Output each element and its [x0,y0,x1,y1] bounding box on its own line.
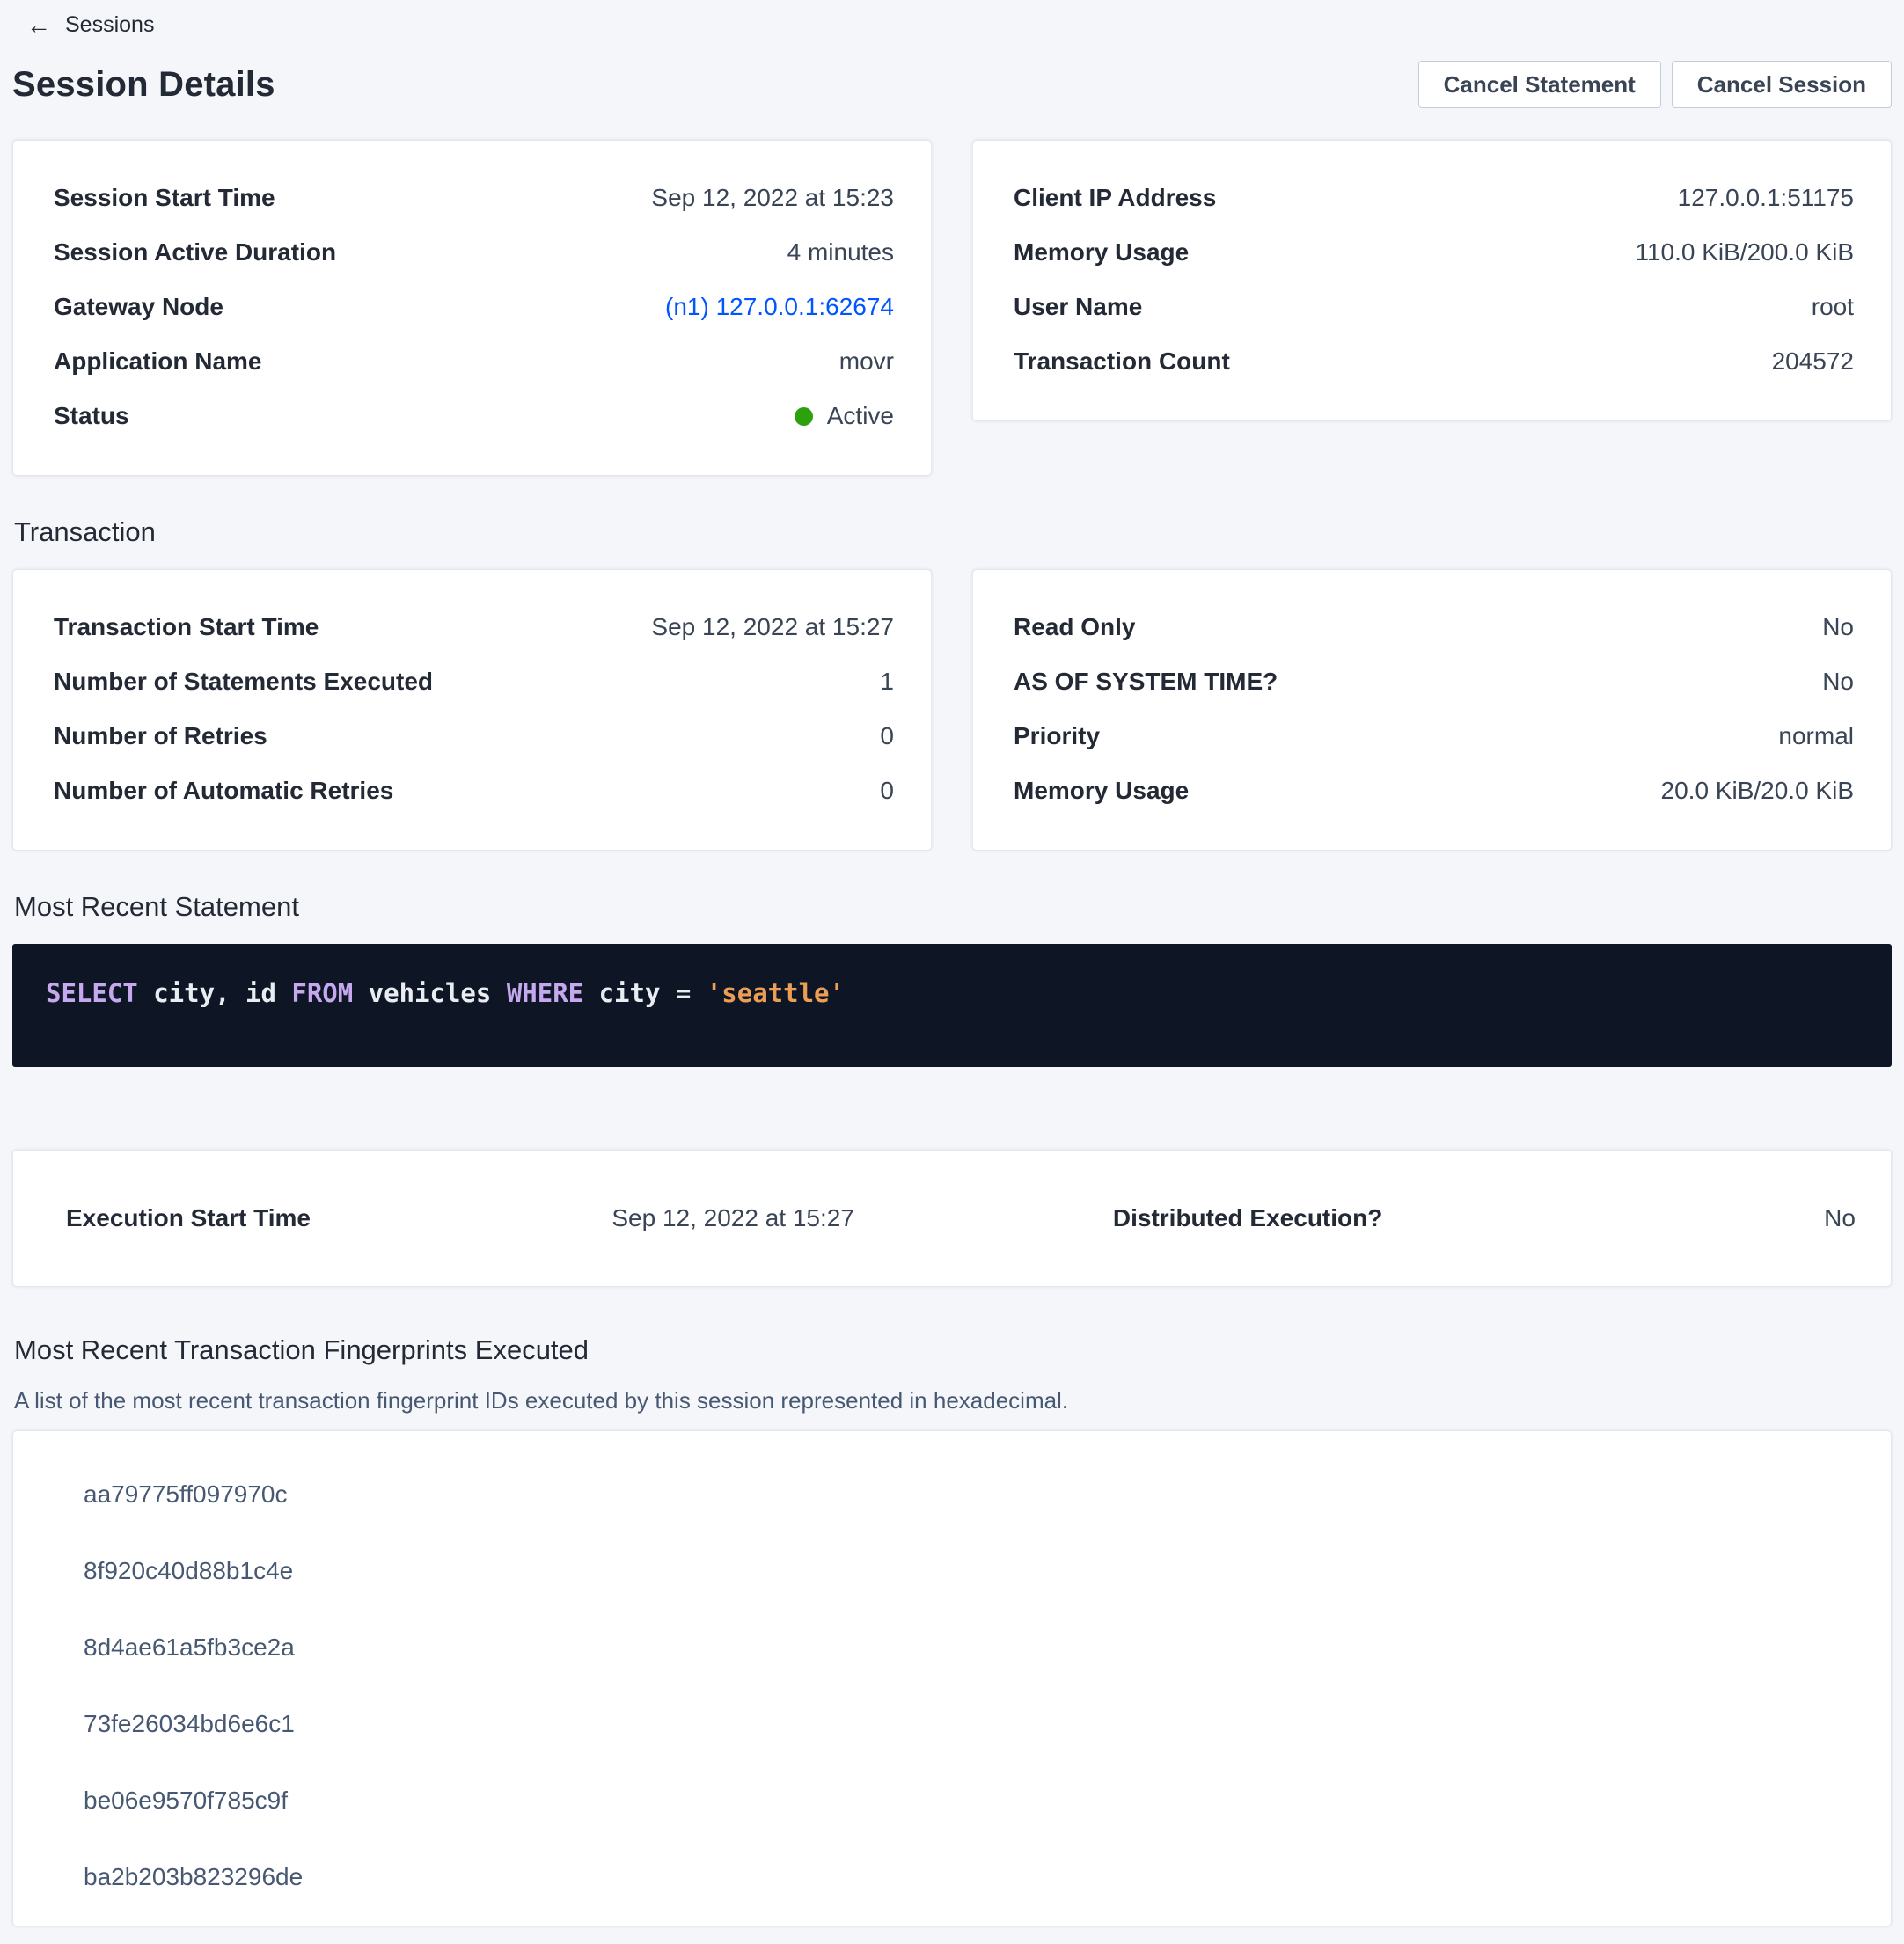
row-value: Sep 12, 2022 at 15:27 [651,613,894,641]
summary-row-priority: Priority normal [1014,709,1854,764]
session-summary-card-left: Session Start Time Sep 12, 2022 at 15:23… [12,140,932,476]
row-label: Read Only [1014,613,1135,641]
fingerprint-item: ba2b203b823296de [13,1838,1891,1915]
summary-row-as-of-system-time: AS OF SYSTEM TIME? No [1014,654,1854,709]
breadcrumb-label: Sessions [65,12,154,38]
sql-keyword: WHERE [507,978,583,1008]
breadcrumb-back-link[interactable]: ← Sessions [12,0,154,38]
transaction-section: Transaction Start Time Sep 12, 2022 at 1… [12,569,1892,851]
summary-row-gateway-node: Gateway Node (n1) 127.0.0.1:62674 [54,280,894,334]
summary-row-memory-usage: Memory Usage 110.0 KiB/200.0 KiB [1014,225,1854,280]
cancel-session-button[interactable]: Cancel Session [1672,61,1892,108]
summary-row-read-only: Read Only No [1014,600,1854,654]
fingerprints-heading: Most Recent Transaction Fingerprints Exe… [14,1334,1892,1366]
row-value: normal [1778,722,1854,750]
transaction-card-right: Read Only No AS OF SYSTEM TIME? No Prior… [972,569,1892,851]
status-badge: Active [795,402,894,430]
summary-row-session-start-time: Session Start Time Sep 12, 2022 at 15:23 [54,171,894,225]
row-label: Session Start Time [54,184,275,212]
fingerprint-item: 73fe26034bd6e6c1 [13,1685,1891,1762]
row-label: Number of Statements Executed [54,668,433,696]
row-value: 0 [880,777,894,805]
fingerprint-item: be06e9570f785c9f [13,1762,1891,1838]
row-label: Memory Usage [1014,777,1189,805]
row-label: Application Name [54,347,261,376]
session-summary-card-right: Client IP Address 127.0.0.1:51175 Memory… [972,140,1892,421]
fingerprint-item: aa79775ff097970c [13,1456,1891,1532]
summary-row-transaction-count: Transaction Count 204572 [1014,334,1854,389]
summary-row-automatic-retries: Number of Automatic Retries 0 [54,764,894,818]
fingerprint-item: 8f920c40d88b1c4e [13,1532,1891,1609]
row-value: 20.0 KiB/20.0 KiB [1661,777,1854,805]
row-label: Gateway Node [54,293,223,321]
summary-row-session-active-duration: Session Active Duration 4 minutes [54,225,894,280]
row-label: Transaction Start Time [54,613,319,641]
fingerprints-description: A list of the most recent transaction fi… [14,1387,1892,1414]
sql-keyword: FROM [291,978,353,1008]
row-label: Client IP Address [1014,184,1216,212]
page-title: Session Details [12,65,275,105]
row-label: AS OF SYSTEM TIME? [1014,668,1278,696]
status-value: Active [827,402,894,430]
row-value: movr [839,347,894,376]
summary-row-application-name: Application Name movr [54,334,894,389]
transaction-card-left: Transaction Start Time Sep 12, 2022 at 1… [12,569,932,851]
row-value: 110.0 KiB/200.0 KiB [1635,238,1854,267]
summary-row-statements-executed: Number of Statements Executed 1 [54,654,894,709]
sql-text: city = [583,978,707,1008]
summary-row-client-ip: Client IP Address 127.0.0.1:51175 [1014,171,1854,225]
session-details-page: ← Sessions Session Details Cancel Statem… [0,0,1904,1944]
row-value: 204572 [1772,347,1854,376]
page-header: Session Details Cancel Statement Cancel … [12,61,1892,108]
execution-summary-card: Execution Start Time Sep 12, 2022 at 15:… [12,1150,1892,1287]
row-label: Number of Retries [54,722,267,750]
row-label: Memory Usage [1014,238,1189,267]
row-value: 4 minutes [787,238,894,267]
row-value: 1 [880,668,894,696]
row-label: Transaction Count [1014,347,1230,376]
fingerprints-card: aa79775ff097970c 8f920c40d88b1c4e 8d4ae6… [12,1430,1892,1926]
sql-text: city, id [138,978,292,1008]
session-summary-section: Session Start Time Sep 12, 2022 at 15:23… [12,140,1892,476]
row-value: Sep 12, 2022 at 15:23 [651,184,894,212]
gateway-node-link[interactable]: (n1) 127.0.0.1:62674 [665,293,894,321]
execution-start-time-value: Sep 12, 2022 at 15:27 [611,1204,1113,1232]
row-value: No [1822,613,1854,641]
row-label: Status [54,402,129,430]
row-value: root [1812,293,1854,321]
sql-text: vehicles [353,978,507,1008]
distributed-execution-value: No [1587,1204,1856,1232]
summary-row-retries: Number of Retries 0 [54,709,894,764]
row-label: Number of Automatic Retries [54,777,393,805]
statement-heading: Most Recent Statement [14,891,1892,923]
transaction-heading: Transaction [14,516,1892,548]
sql-keyword: SELECT [46,978,138,1008]
sql-string-literal: 'seattle' [707,978,845,1008]
row-label: User Name [1014,293,1142,321]
row-label: Priority [1014,722,1100,750]
fingerprint-item: 8d4ae61a5fb3ce2a [13,1609,1891,1685]
summary-row-user-name: User Name root [1014,280,1854,334]
status-active-dot-icon [795,407,813,426]
summary-row-transaction-start-time: Transaction Start Time Sep 12, 2022 at 1… [54,600,894,654]
execution-start-time-label: Execution Start Time [66,1204,611,1232]
summary-row-txn-memory-usage: Memory Usage 20.0 KiB/20.0 KiB [1014,764,1854,818]
arrow-left-icon: ← [26,13,51,38]
row-value: 0 [880,722,894,750]
header-actions: Cancel Statement Cancel Session [1418,61,1892,108]
summary-row-status: Status Active [54,389,894,443]
distributed-execution-label: Distributed Execution? [1113,1204,1587,1232]
cancel-statement-button[interactable]: Cancel Statement [1418,61,1661,108]
row-value: No [1822,668,1854,696]
sql-statement-block: SELECT city, id FROM vehicles WHERE city… [12,944,1892,1067]
row-label: Session Active Duration [54,238,336,267]
row-value: 127.0.0.1:51175 [1678,184,1854,212]
